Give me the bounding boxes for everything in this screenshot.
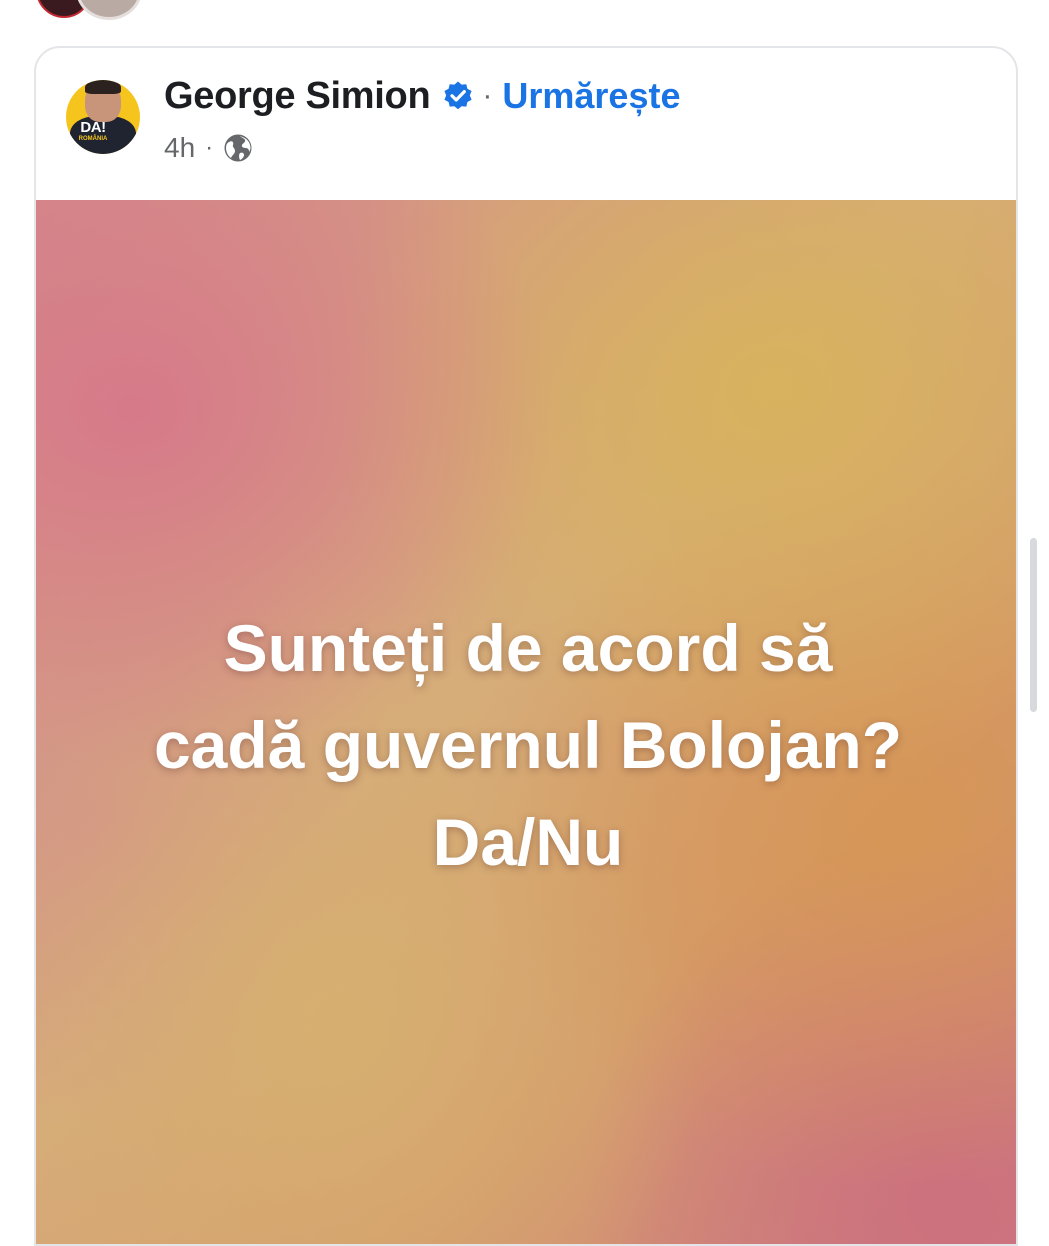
post-timestamp[interactable]: 4h bbox=[164, 132, 195, 164]
post-text-line: Da/Nu bbox=[432, 805, 624, 879]
globe-icon[interactable] bbox=[223, 133, 253, 163]
follow-button[interactable]: Urmărește bbox=[502, 75, 680, 117]
scrollbar-thumb[interactable] bbox=[1030, 538, 1037, 712]
post-header: DA! ROMÂNIA George Simion · Urmărește 4h… bbox=[36, 48, 1016, 200]
previous-avatar-secondary[interactable] bbox=[76, 0, 142, 20]
avatar-hair bbox=[85, 80, 121, 94]
post-background[interactable]: Sunteți de acord să cadă guvernul Boloja… bbox=[36, 200, 1016, 1244]
author-avatar[interactable]: DA! ROMÂNIA bbox=[66, 80, 140, 154]
author-name[interactable]: George Simion bbox=[164, 75, 431, 118]
post-text-line: cadă guvernul Bolojan? bbox=[153, 708, 903, 782]
post-card: DA! ROMÂNIA George Simion · Urmărește 4h… bbox=[34, 46, 1018, 1246]
verified-badge-icon bbox=[442, 80, 474, 112]
post-meta-row: 4h · bbox=[164, 130, 253, 166]
post-text: Sunteți de acord să cadă guvernul Boloja… bbox=[36, 600, 1016, 891]
author-name-row: George Simion · Urmărește bbox=[164, 74, 680, 118]
previous-post-strip bbox=[0, 0, 1049, 20]
meta-separator: · bbox=[205, 134, 214, 161]
post-text-line: Sunteți de acord să bbox=[223, 611, 833, 685]
avatar-logo: DA! bbox=[80, 119, 106, 136]
avatar-logo-sub: ROMÂNIA bbox=[78, 136, 108, 142]
name-separator: · bbox=[482, 79, 493, 112]
